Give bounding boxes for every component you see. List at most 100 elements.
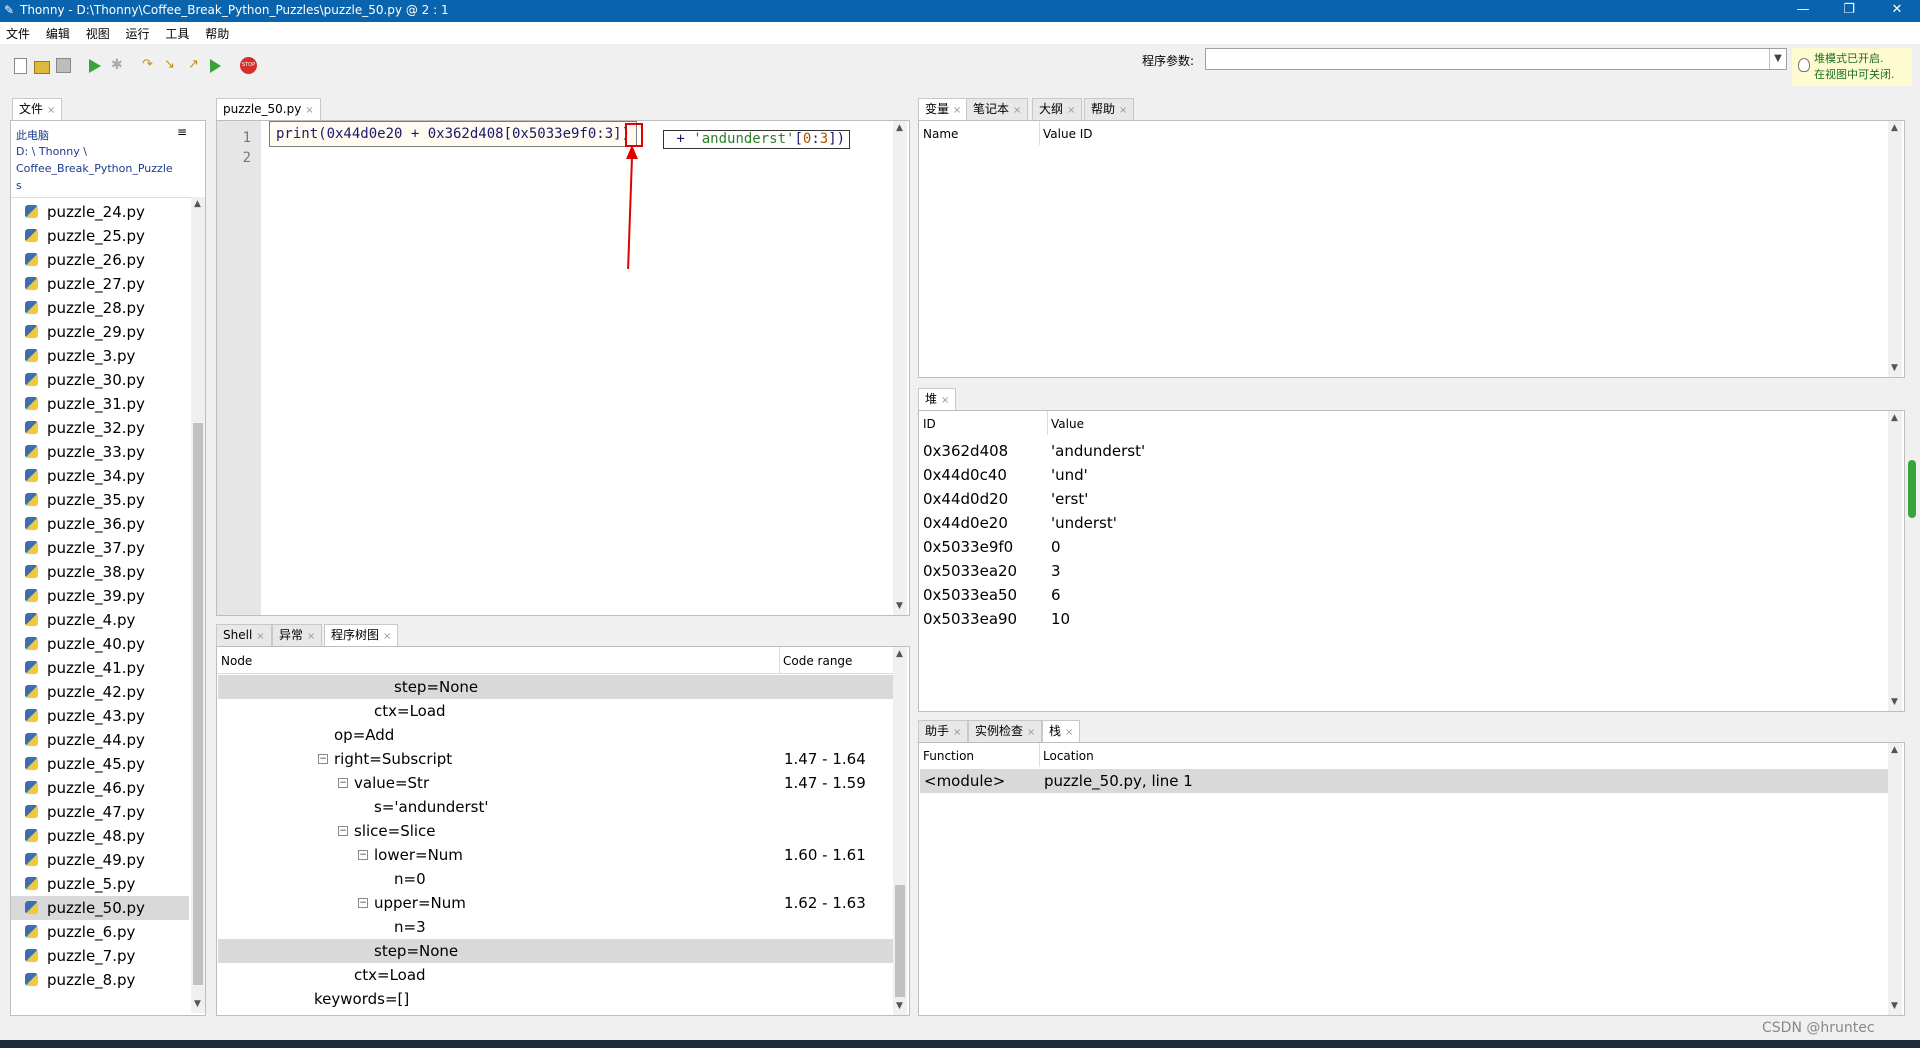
close-icon[interactable]: × bbox=[47, 105, 55, 116]
file-item[interactable]: puzzle_50.py bbox=[11, 896, 189, 920]
tab-heap[interactable]: 堆 × bbox=[918, 388, 957, 410]
scroll-down-icon[interactable]: ▼ bbox=[1891, 697, 1898, 707]
step-over-icon[interactable]: ↷ bbox=[142, 57, 158, 73]
stack-col-location[interactable]: Location bbox=[1043, 749, 1094, 763]
menu-help[interactable]: 帮助 bbox=[199, 22, 235, 42]
file-item[interactable]: puzzle_44.py bbox=[11, 728, 189, 752]
resume-icon[interactable] bbox=[210, 59, 221, 73]
tab-puzzle-50[interactable]: puzzle_50.py × bbox=[216, 98, 321, 120]
heap-scrollbar[interactable]: ▲ ▼ bbox=[1888, 411, 1902, 711]
close-icon[interactable]: × bbox=[1027, 727, 1035, 738]
close-icon[interactable]: × bbox=[1013, 105, 1021, 116]
scroll-up-icon[interactable]: ▲ bbox=[1891, 413, 1898, 423]
heap-col-value[interactable]: Value bbox=[1051, 417, 1084, 431]
scroll-down-icon[interactable]: ▼ bbox=[896, 601, 903, 611]
heap-row[interactable]: 0x44d0d20 'erst' bbox=[923, 487, 1883, 511]
heap-row[interactable]: 0x44d0c40 'und' bbox=[923, 463, 1883, 487]
debug-icon[interactable]: ✱ bbox=[111, 57, 127, 73]
file-item[interactable]: puzzle_4.py bbox=[11, 608, 189, 632]
files-scrollbar[interactable]: ▲ ▼ bbox=[191, 197, 205, 1013]
tree-row[interactable]: op=Add bbox=[218, 723, 893, 747]
editor-scrollbar[interactable]: ▲ ▼ bbox=[893, 121, 907, 615]
scroll-up-icon[interactable]: ▲ bbox=[194, 199, 201, 209]
tree-col-range[interactable]: Code range bbox=[783, 654, 852, 668]
heap-col-id[interactable]: ID bbox=[923, 417, 936, 431]
file-item[interactable]: puzzle_45.py bbox=[11, 752, 189, 776]
tab-stack[interactable]: 栈 × bbox=[1042, 720, 1081, 742]
scroll-down-icon[interactable]: ▼ bbox=[1891, 363, 1898, 373]
open-file-icon[interactable] bbox=[34, 61, 50, 74]
tree-row[interactable]: s='andunderst' bbox=[218, 795, 893, 819]
menu-file[interactable]: 文件 bbox=[0, 22, 36, 42]
close-button[interactable]: ✕ bbox=[1874, 0, 1920, 22]
file-item[interactable]: puzzle_3.py bbox=[11, 344, 189, 368]
heap-row[interactable]: 0x44d0e20 'underst' bbox=[923, 511, 1883, 535]
menu-icon[interactable]: ≡ bbox=[177, 125, 187, 139]
tree-scrollbar[interactable]: ▲ ▼ bbox=[893, 647, 907, 1015]
heap-row[interactable]: 0x5033ea90 10 bbox=[923, 607, 1883, 631]
file-item[interactable]: puzzle_26.py bbox=[11, 248, 189, 272]
file-item[interactable]: puzzle_33.py bbox=[11, 440, 189, 464]
tab-notebook[interactable]: 笔记本 × bbox=[966, 98, 1029, 120]
file-item[interactable]: puzzle_31.py bbox=[11, 392, 189, 416]
file-item[interactable]: puzzle_29.py bbox=[11, 320, 189, 344]
tree-row[interactable]: step=None bbox=[218, 675, 893, 699]
file-item[interactable]: puzzle_27.py bbox=[11, 272, 189, 296]
code-editor[interactable]: 1 2 + 'andunderst'[0:3]) print(0x44d0e20… bbox=[216, 120, 910, 616]
file-item[interactable]: puzzle_39.py bbox=[11, 584, 189, 608]
stack-col-function[interactable]: Function bbox=[923, 749, 974, 763]
close-icon[interactable]: × bbox=[256, 631, 264, 642]
stop-icon[interactable]: STOP bbox=[240, 57, 257, 74]
file-item[interactable]: puzzle_34.py bbox=[11, 464, 189, 488]
tab-outline[interactable]: 大纲 × bbox=[1032, 98, 1083, 120]
step-out-icon[interactable]: ↗ bbox=[188, 57, 204, 73]
file-item[interactable]: puzzle_42.py bbox=[11, 680, 189, 704]
file-item[interactable]: puzzle_25.py bbox=[11, 224, 189, 248]
file-item[interactable]: puzzle_47.py bbox=[11, 800, 189, 824]
tab-files[interactable]: 文件 × bbox=[12, 98, 63, 120]
file-item[interactable]: puzzle_48.py bbox=[11, 824, 189, 848]
path-line-2[interactable]: Coffee_Break_Python_Puzzle bbox=[16, 162, 173, 175]
tree-row[interactable]: − lower=Num 1.60 - 1.61 bbox=[218, 843, 893, 867]
file-item[interactable]: puzzle_43.py bbox=[11, 704, 189, 728]
tab-variables[interactable]: 变量 × bbox=[918, 98, 969, 120]
file-item[interactable]: puzzle_36.py bbox=[11, 512, 189, 536]
code-line-tail[interactable]: + 'andunderst'[0:3]) bbox=[663, 130, 851, 149]
files-scroll-thumb[interactable] bbox=[193, 423, 203, 985]
file-item[interactable]: puzzle_8.py bbox=[11, 968, 189, 992]
new-file-icon[interactable] bbox=[14, 58, 27, 74]
close-icon[interactable]: × bbox=[383, 631, 391, 642]
file-item[interactable]: puzzle_41.py bbox=[11, 656, 189, 680]
close-icon[interactable]: × bbox=[941, 395, 949, 406]
tab-shell[interactable]: Shell × bbox=[216, 624, 272, 646]
vars-col-value-id[interactable]: Value ID bbox=[1043, 127, 1093, 141]
close-icon[interactable]: × bbox=[307, 631, 315, 642]
scroll-up-icon[interactable]: ▲ bbox=[896, 649, 903, 659]
file-item[interactable]: puzzle_40.py bbox=[11, 632, 189, 656]
chevron-down-icon[interactable]: ▼ bbox=[1769, 49, 1786, 69]
collapse-icon[interactable]: − bbox=[358, 898, 368, 908]
scroll-up-icon[interactable]: ▲ bbox=[1891, 745, 1898, 755]
stack-scrollbar[interactable]: ▲ ▼ bbox=[1888, 743, 1902, 1015]
tree-scroll-thumb[interactable] bbox=[895, 885, 905, 997]
menu-tools[interactable]: 工具 bbox=[159, 22, 195, 42]
menu-view[interactable]: 视图 bbox=[80, 22, 116, 42]
tab-help[interactable]: 帮助 × bbox=[1084, 98, 1135, 120]
heap-scroll-indicator[interactable] bbox=[1908, 460, 1916, 518]
file-item[interactable]: puzzle_37.py bbox=[11, 536, 189, 560]
path-line-1[interactable]: D: \ Thonny \ bbox=[16, 145, 87, 158]
scroll-down-icon[interactable]: ▼ bbox=[194, 999, 201, 1009]
file-item[interactable]: puzzle_38.py bbox=[11, 560, 189, 584]
close-icon[interactable]: × bbox=[1119, 105, 1127, 116]
stack-frame-row[interactable]: <module> puzzle_50.py, line 1 bbox=[920, 769, 1889, 793]
minimize-button[interactable]: — bbox=[1780, 0, 1826, 22]
program-args-input[interactable]: ▼ bbox=[1205, 48, 1787, 70]
tab-program-tree[interactable]: 程序树图 × bbox=[324, 624, 399, 646]
tree-row[interactable]: − upper=Num 1.62 - 1.63 bbox=[218, 891, 893, 915]
file-item[interactable]: puzzle_49.py bbox=[11, 848, 189, 872]
file-item[interactable]: puzzle_46.py bbox=[11, 776, 189, 800]
step-into-icon[interactable]: ↘ bbox=[164, 57, 180, 73]
close-icon[interactable]: × bbox=[305, 105, 313, 116]
tree-row[interactable]: step=None bbox=[218, 939, 893, 963]
tree-col-node[interactable]: Node bbox=[221, 654, 252, 668]
